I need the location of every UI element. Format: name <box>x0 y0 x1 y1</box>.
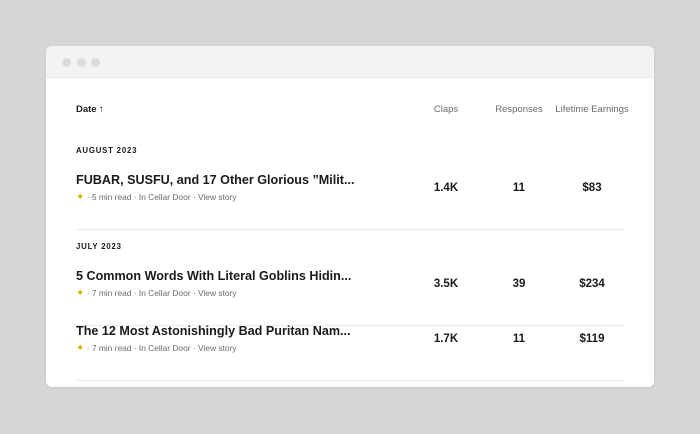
story-row[interactable]: FUBAR, SUSFU, and 17 Other Glorious ”Mil… <box>76 173 624 230</box>
claps-header[interactable]: Claps <box>418 104 474 115</box>
story-title[interactable]: 5 Common Words With Literal Goblins Hidi… <box>76 269 351 283</box>
story-meta: ✦ · 7 min read · In Cellar Door · View s… <box>76 288 237 299</box>
member-star-icon: ✦ <box>76 192 85 203</box>
earnings-header[interactable]: Lifetime Earnings <box>552 104 632 115</box>
view-story-link[interactable]: View story <box>198 192 236 202</box>
window-titlebar <box>46 46 654 78</box>
earnings-value: $83 <box>582 182 602 194</box>
claps-value: 3.5K <box>433 278 459 290</box>
earnings-value: $234 <box>579 278 605 290</box>
window-control-dot[interactable] <box>91 58 100 67</box>
arrow-up-icon: ↑ <box>98 104 104 115</box>
story-row[interactable]: 5 Common Words With Literal Goblins Hidi… <box>76 269 624 326</box>
claps-value: 1.7K <box>433 333 459 345</box>
window-control-dot[interactable] <box>62 58 71 67</box>
publication-link[interactable]: In Cellar Door <box>139 288 191 298</box>
read-time: 7 min read <box>91 343 132 353</box>
month-section-label: AUGUST 2023 <box>76 146 138 155</box>
responses-header[interactable]: Responses <box>486 104 552 115</box>
earnings-value: $119 <box>579 333 605 345</box>
read-time: 5 min read <box>91 192 132 202</box>
publication-link[interactable]: In Cellar Door <box>139 192 191 202</box>
member-star-icon: ✦ <box>76 343 85 354</box>
claps-value: 1.4K <box>433 182 459 194</box>
window-control-dot[interactable] <box>77 58 86 67</box>
member-star-icon: ✦ <box>76 288 85 299</box>
date-sort-header[interactable]: Date ↑ <box>76 104 104 115</box>
browser-window: Date ↑ Claps Responses Lifetime Earnings … <box>46 46 654 387</box>
read-time: 7 min read <box>91 288 132 298</box>
month-section-label: JULY 2023 <box>76 242 122 251</box>
responses-value: 11 <box>512 333 526 345</box>
table-header: Date ↑ Claps Responses Lifetime Earnings <box>76 104 629 118</box>
story-row[interactable]: The 12 Most Astonishingly Bad Puritan Na… <box>76 324 624 381</box>
story-meta: ✦ · 7 min read · In Cellar Door · View s… <box>76 343 237 354</box>
view-story-link[interactable]: View story <box>198 343 236 353</box>
story-title[interactable]: The 12 Most Astonishingly Bad Puritan Na… <box>76 324 351 338</box>
view-story-link[interactable]: View story <box>198 288 236 298</box>
story-title[interactable]: FUBAR, SUSFU, and 17 Other Glorious ”Mil… <box>76 173 354 187</box>
story-meta: ✦ · 5 min read · In Cellar Door · View s… <box>76 192 237 203</box>
publication-link[interactable]: In Cellar Door <box>139 343 191 353</box>
responses-value: 11 <box>512 182 526 194</box>
responses-value: 39 <box>512 278 526 290</box>
